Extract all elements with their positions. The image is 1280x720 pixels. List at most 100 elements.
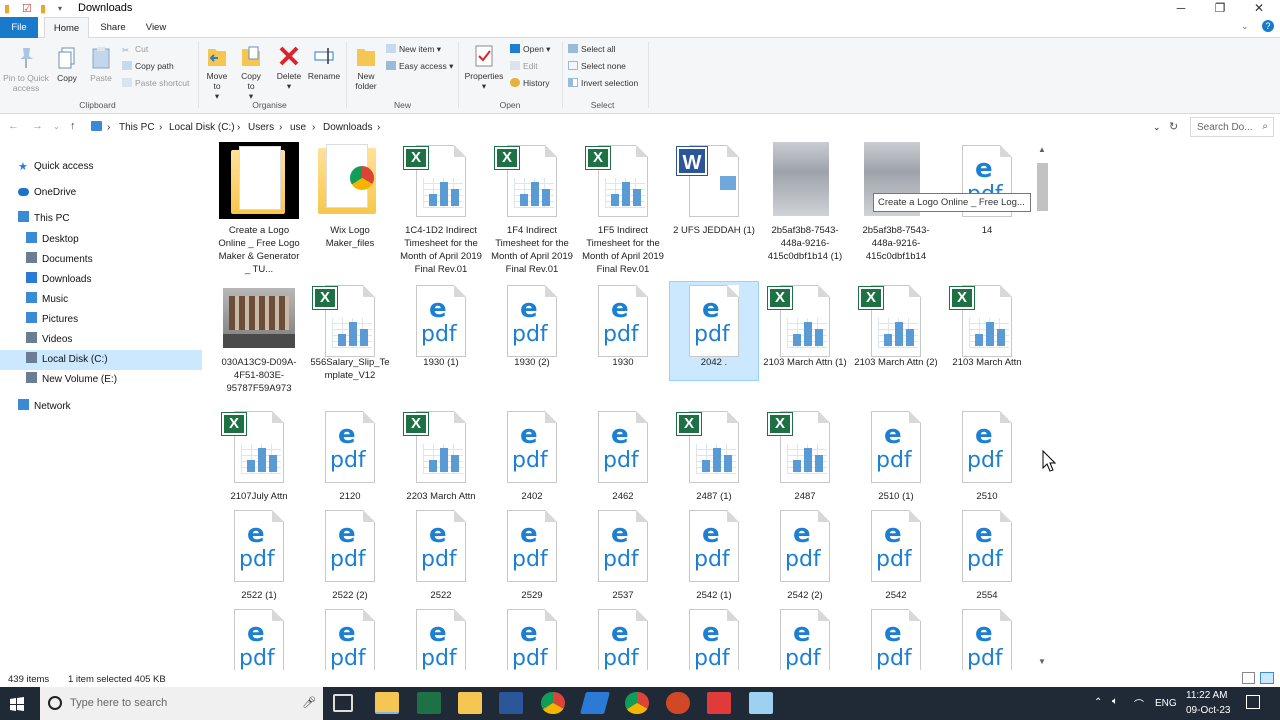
task-view-icon[interactable]	[333, 694, 353, 712]
sidebar-item-local-disk-c[interactable]: Local Disk (C:)	[0, 350, 202, 370]
file-item[interactable]: Wix Logo Maker_files	[306, 142, 394, 250]
sidebar-item-desktop[interactable]: Desktop	[26, 230, 79, 250]
properties-quick-icon[interactable]: ☑	[22, 2, 32, 15]
file-item[interactable]: e pdf	[852, 606, 940, 670]
cut-button[interactable]: ✂ Cut	[122, 43, 148, 55]
file-item[interactable]: e pdf 2510 (1)	[852, 408, 940, 503]
copy-to-button[interactable]: Copy to ▾	[237, 44, 265, 101]
rename-button[interactable]: Rename	[307, 44, 341, 81]
refresh-icon[interactable]: ↻	[1169, 120, 1178, 133]
file-item[interactable]: e pdf 2042 .	[669, 281, 759, 381]
file-item[interactable]: e pdf	[306, 606, 394, 670]
file-item[interactable]: X 1F5 Indirect Timesheet for the Month of…	[579, 142, 667, 276]
vertical-scrollbar[interactable]: ▲ ▼	[1036, 143, 1050, 668]
tab-home[interactable]: Home	[44, 17, 89, 39]
tab-share[interactable]: Share	[94, 17, 132, 38]
paste-shortcut-button[interactable]: Paste shortcut	[122, 77, 189, 89]
file-item[interactable]: X 2487 (1)	[670, 408, 758, 503]
up-arrow-icon[interactable]: ↑	[70, 120, 76, 132]
copy-path-button[interactable]: Copy path	[122, 60, 174, 72]
file-explorer-taskbar-icon[interactable]	[375, 692, 399, 714]
file-item[interactable]: X 2103 March Attn (2)	[852, 282, 940, 369]
file-item[interactable]: e pdf 1930 (2)	[488, 282, 576, 369]
minimize-button[interactable]: ─	[1162, 0, 1200, 17]
close-button[interactable]: ✕	[1240, 0, 1278, 17]
clock-time[interactable]: 11:22 AM	[1186, 690, 1228, 701]
file-item[interactable]: e pdf	[397, 606, 485, 670]
language-indicator[interactable]: ENG	[1155, 698, 1177, 709]
sidebar-item-documents[interactable]: Documents	[26, 250, 93, 270]
paste-button[interactable]: Paste	[86, 46, 116, 83]
new-folder-button[interactable]: New folder	[350, 44, 382, 91]
breadcrumb-local-disk[interactable]: Local Disk (C:)	[169, 122, 235, 133]
file-item[interactable]: e pdf 2542 (2)	[761, 507, 849, 602]
excel-taskbar-icon[interactable]	[417, 692, 441, 714]
sidebar-item-new-volume-e[interactable]: New Volume (E:)	[26, 370, 117, 390]
breadcrumb-this-pc[interactable]: This PC	[119, 122, 155, 133]
folder-taskbar-icon[interactable]	[458, 692, 482, 714]
file-item[interactable]: e pdf 2522 (1)	[215, 507, 303, 602]
file-item[interactable]: X 1F4 Indirect Timesheet for the Month of…	[488, 142, 576, 276]
forward-arrow-icon[interactable]: →	[32, 120, 43, 132]
sidebar-item-pictures[interactable]: Pictures	[26, 310, 78, 330]
select-none-button[interactable]: Select none	[568, 60, 626, 72]
taskbar-search-input[interactable]: Type here to search 🎤︎	[40, 687, 323, 720]
copy-button[interactable]: Copy	[54, 46, 80, 83]
microphone-icon[interactable]: 🎤︎	[302, 696, 316, 709]
volume-icon[interactable]: 🔈︎	[1112, 696, 1118, 707]
file-item[interactable]: e pdf 1930	[579, 282, 667, 369]
file-item[interactable]: e pdf	[215, 606, 303, 670]
back-arrow-icon[interactable]: ←	[8, 120, 19, 132]
file-item[interactable]: 030A13C9-D09A-4F51-803E-95787F59A973	[215, 282, 303, 395]
help-icon[interactable]: ?	[1262, 20, 1274, 32]
wifi-icon[interactable]: ⌒	[1134, 696, 1144, 711]
file-item[interactable]: e pdf	[488, 606, 576, 670]
easy-access-button[interactable]: Easy access ▾	[386, 60, 453, 72]
file-item[interactable]: X 1C4-1D2 Indirect Timesheet for the Mont…	[397, 142, 485, 276]
sidebar-item-network[interactable]: Network	[18, 397, 71, 417]
file-item[interactable]: 2b5af3b8-7543-448a-9216-415c0dbf1b14 (1)	[761, 142, 849, 263]
history-button[interactable]: History	[510, 77, 549, 89]
details-view-icon[interactable]	[1242, 672, 1255, 684]
new-folder-quick-icon[interactable]: ▮	[40, 2, 46, 15]
file-item[interactable]: e pdf 2529	[488, 507, 576, 602]
ribbon-collapse-icon[interactable]: ⌄	[1241, 21, 1249, 32]
breadcrumb-users[interactable]: Users	[248, 122, 274, 133]
search-input[interactable]: Search Do... ⌕	[1190, 117, 1274, 137]
file-item[interactable]: e pdf 2462	[579, 408, 667, 503]
file-item[interactable]: e pdf 2522 (2)	[306, 507, 394, 602]
clock-date[interactable]: 09-Oct-23	[1186, 705, 1230, 716]
chrome-taskbar-icon[interactable]	[541, 692, 565, 714]
file-item[interactable]: e pdf	[761, 606, 849, 670]
maximize-button[interactable]: ❐	[1201, 0, 1239, 17]
file-item[interactable]: e pdf 2522	[397, 507, 485, 602]
file-item[interactable]: X 2107July Attn	[215, 408, 303, 503]
scroll-up-icon[interactable]: ▲	[1038, 145, 1046, 154]
tab-view[interactable]: View	[138, 17, 174, 38]
file-item[interactable]: e pdf 2537	[579, 507, 667, 602]
address-dropdown-icon[interactable]: ⌄	[1153, 122, 1161, 133]
file-item[interactable]: X 556Salary_Slip_Template_V12	[306, 282, 394, 382]
show-hidden-icons-icon[interactable]: ⌃	[1094, 697, 1102, 708]
new-item-button[interactable]: New item ▾	[386, 43, 441, 55]
windows-start-icon[interactable]	[10, 697, 24, 711]
file-item[interactable]: e pdf 2554	[943, 507, 1031, 602]
file-item[interactable]: epdf14	[943, 142, 1031, 237]
file-item[interactable]: e pdf 2120	[306, 408, 394, 503]
file-item[interactable]: e pdf	[670, 606, 758, 670]
file-item[interactable]: e pdf 1930 (1)	[397, 282, 485, 369]
file-item[interactable]: X 2203 March Attn	[397, 408, 485, 503]
notifications-icon[interactable]	[1246, 695, 1260, 709]
powerpoint-taskbar-icon[interactable]	[666, 692, 690, 714]
anydesk-taskbar-icon[interactable]	[707, 692, 731, 714]
file-item[interactable]: X 2103 March Attn (1)	[761, 282, 849, 369]
tab-file[interactable]: File	[0, 17, 38, 38]
file-item[interactable]: e pdf 2542	[852, 507, 940, 602]
select-all-button[interactable]: Select all	[568, 43, 616, 55]
address-bar[interactable]: › This PC › Local Disk (C:) › Users › us…	[86, 117, 1168, 137]
properties-button[interactable]: Properties ▾	[462, 44, 506, 91]
remote-desktop-taskbar-icon[interactable]	[749, 692, 773, 714]
breadcrumb-use[interactable]: use	[290, 122, 306, 133]
breadcrumb-downloads[interactable]: Downloads	[323, 122, 372, 133]
pen-tool-taskbar-icon[interactable]	[580, 692, 610, 714]
